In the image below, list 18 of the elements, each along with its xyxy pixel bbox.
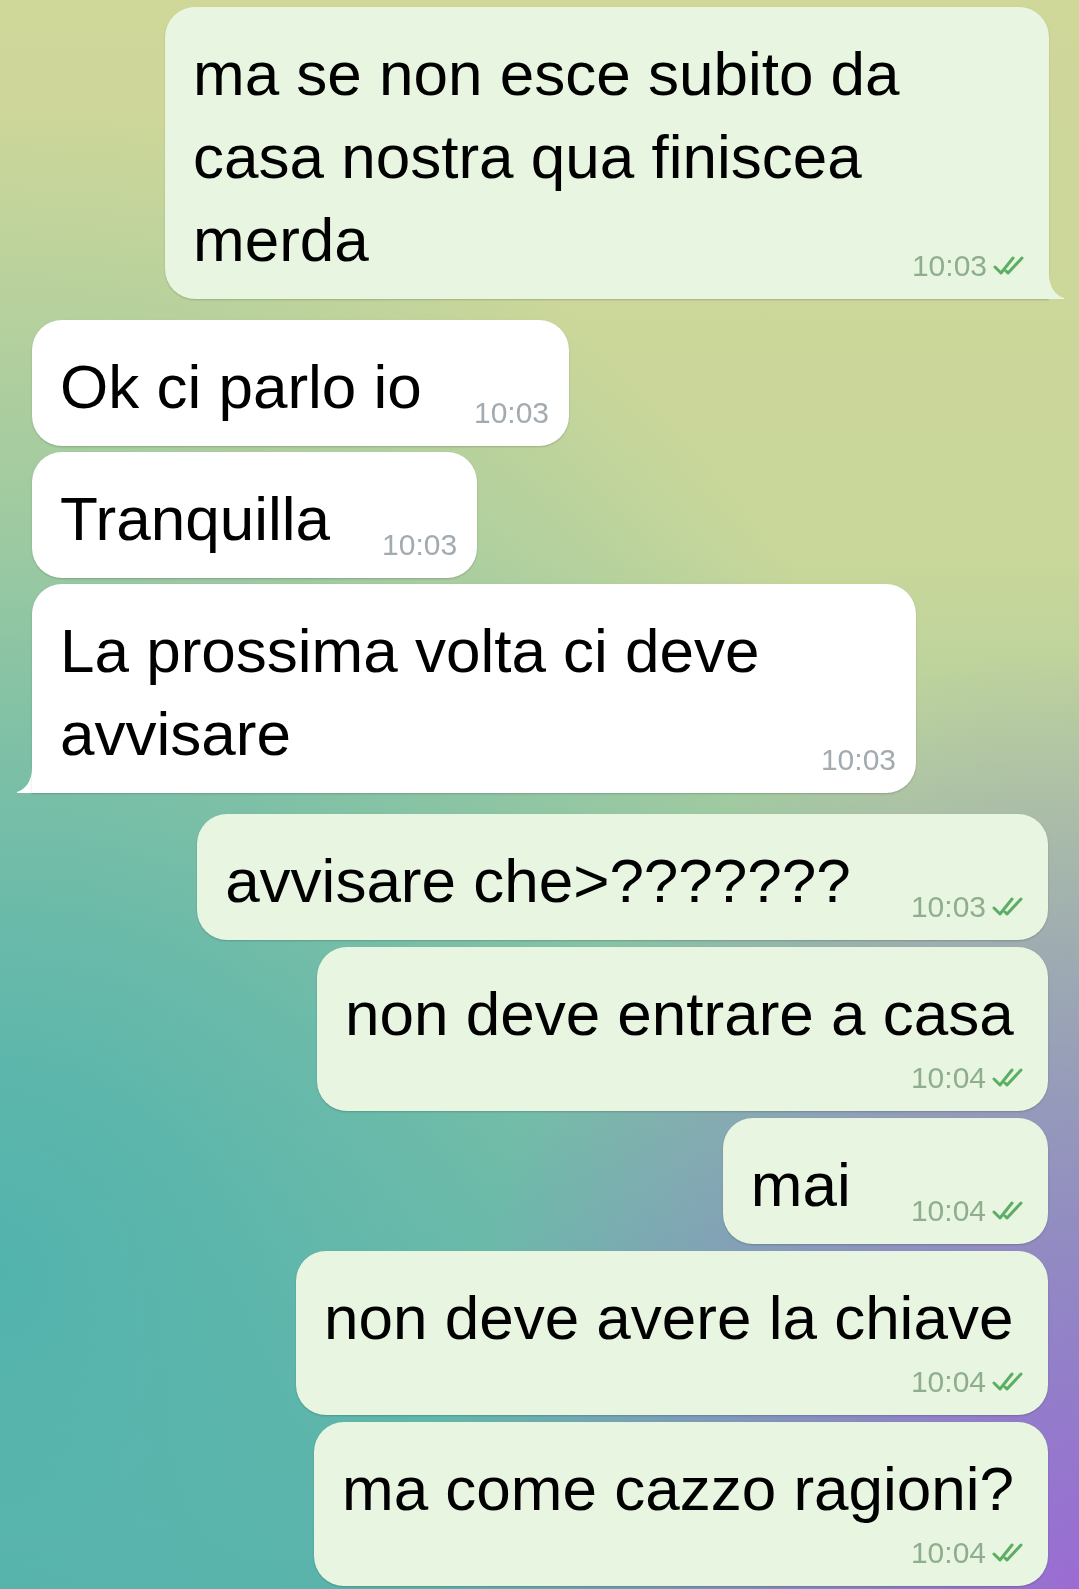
message-time: 10:03 [820,742,896,778]
message-time: 10:03 [382,527,458,563]
message-time: 10:04 [910,1193,986,1229]
message-time: 10:03 [473,395,550,431]
message-text: Ok ci parlo io [60,352,422,421]
message-text: non deve avere la chiave [324,1283,1014,1352]
message-text: non deve entrare a casa [345,979,1014,1048]
message-text: ma come cazzo ragioni? [342,1454,1014,1523]
message-time: 10:03 [910,889,986,925]
message-text: Tranquilla [60,484,330,553]
message-time: 10:03 [911,248,987,284]
message-text: La prossima volta ci deve avvisare [60,616,760,768]
message-text: avvisare che>??????? [225,846,851,915]
message-time: 10:04 [910,1060,986,1096]
message-text: ma se non esce subito da casa nostra qua finiscea merda [193,39,900,274]
message-time: 10:04 [910,1364,986,1400]
message-time: 10:04 [910,1535,986,1571]
message-text: mai [750,1150,851,1219]
